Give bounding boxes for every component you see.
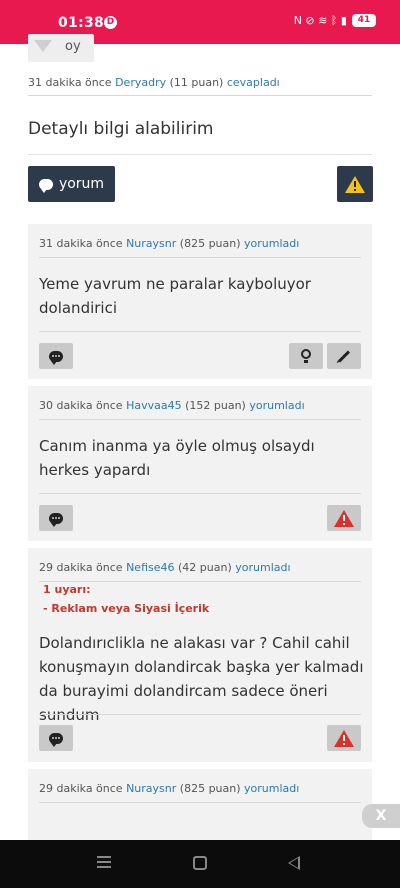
comment-user-link[interactable]: Nuraysnr bbox=[126, 782, 176, 795]
comment-icon bbox=[49, 512, 63, 527]
edit-comment-button[interactable] bbox=[327, 343, 361, 369]
report-comment-button[interactable] bbox=[327, 505, 361, 531]
comment-time: 30 dakika önce bbox=[39, 399, 123, 412]
comment-icon bbox=[38, 178, 53, 193]
comment-card: 30 dakika önce Havvaa45 (152 puan) yorum… bbox=[28, 386, 372, 541]
comment-time: 31 dakika önce bbox=[39, 237, 123, 250]
comment-points: (825 puan) bbox=[179, 237, 241, 250]
comment-time: 29 dakika önce bbox=[39, 561, 123, 574]
close-button[interactable]: X bbox=[362, 804, 400, 828]
pencil-icon bbox=[337, 349, 351, 363]
back-icon[interactable] bbox=[288, 856, 300, 870]
warning-icon bbox=[345, 175, 365, 193]
answer-meta: 31 dakika önce Deryadry (11 puan) cevapl… bbox=[28, 76, 372, 96]
reply-comment-button[interactable] bbox=[39, 725, 73, 751]
comment-button-label: yorum bbox=[58, 176, 105, 192]
warning-reason: - Reklam veya Siyasi İçerik bbox=[43, 602, 210, 615]
comment-divider bbox=[39, 331, 361, 332]
comment-button[interactable]: yorum bbox=[28, 166, 115, 202]
status-icons: N ⊘ ≋ ᛒ ▮ 41 bbox=[294, 14, 376, 27]
comment-user-link[interactable]: Nefise46 bbox=[126, 561, 174, 574]
comment-action-link[interactable]: yorumladı bbox=[249, 399, 304, 412]
answer-user-link[interactable]: Deryadry bbox=[115, 76, 166, 89]
answer-action-link[interactable]: cevapladı bbox=[227, 76, 280, 89]
vote-arrow-icon bbox=[34, 40, 52, 52]
warning-icon bbox=[334, 509, 354, 527]
warning-count: 1 uyarı: bbox=[43, 583, 91, 596]
home-icon[interactable] bbox=[193, 856, 207, 870]
answer-divider bbox=[28, 154, 372, 155]
report-answer-button[interactable] bbox=[337, 166, 373, 202]
answer-time: 31 dakika önce bbox=[28, 76, 112, 89]
system-status-icons: N ⊘ ≋ ᛒ ▮ bbox=[293, 14, 347, 27]
comment-points: (152 puan) bbox=[185, 399, 246, 412]
comment-points: (42 puan) bbox=[178, 561, 232, 574]
comment-card: 31 dakika önce Nuraysnr (825 puan) yorum… bbox=[28, 224, 372, 379]
comment-meta: 31 dakika önce Nuraysnr (825 puan) yorum… bbox=[39, 237, 361, 258]
comment-icon bbox=[49, 732, 63, 747]
comment-divider bbox=[39, 493, 361, 494]
comment-action-link[interactable]: yorumladı bbox=[235, 561, 290, 574]
comment-user-link[interactable]: Havvaa45 bbox=[126, 399, 182, 412]
comment-meta: 29 dakika önce Nefise46 (42 puan) yoruml… bbox=[39, 561, 361, 582]
navigation-bar bbox=[0, 840, 400, 888]
comment-meta: 30 dakika önce Havvaa45 (152 puan) yorum… bbox=[39, 399, 361, 420]
answer-text: Detaylı bilgi alabilirim bbox=[28, 119, 214, 139]
comment-text: Dolandırıclikla ne alakası var ? Cahil c… bbox=[39, 634, 364, 724]
lightbulb-icon bbox=[301, 348, 311, 364]
vote-label: oy bbox=[65, 39, 81, 54]
notification-icon: D bbox=[104, 16, 117, 29]
comment-card: 29 dakika önce Nefise46 (42 puan) yoruml… bbox=[28, 548, 372, 762]
mark-best-button[interactable] bbox=[289, 343, 323, 369]
reply-comment-button[interactable] bbox=[39, 505, 73, 531]
vote-button[interactable]: oy bbox=[28, 34, 94, 62]
comment-icon bbox=[49, 350, 63, 365]
reply-comment-button[interactable] bbox=[39, 343, 73, 369]
comment-meta: 29 dakika önce Nuraysnr (825 puan) yorum… bbox=[39, 782, 361, 803]
comment-divider bbox=[39, 714, 361, 715]
comment-text: Canım inanma ya öyle olmuş olsaydı herke… bbox=[39, 437, 315, 479]
answer-points: (11 puan) bbox=[169, 76, 224, 89]
comment-card: 29 dakika önce Nuraysnr (825 puan) yorum… bbox=[28, 769, 372, 840]
battery-icon: 41 bbox=[352, 14, 376, 27]
recent-apps-icon[interactable] bbox=[97, 856, 111, 868]
comment-action-link[interactable]: yorumladı bbox=[244, 237, 299, 250]
status-time: 01:38 bbox=[58, 15, 105, 31]
warning-icon bbox=[334, 729, 354, 747]
comment-text: Yeme yavrum ne paralar kayboluyor doland… bbox=[39, 275, 311, 317]
comment-user-link[interactable]: Nuraysnr bbox=[126, 237, 176, 250]
comment-time: 29 dakika önce bbox=[39, 782, 123, 795]
comment-points: (825 puan) bbox=[179, 782, 241, 795]
comment-action-link[interactable]: yorumladı bbox=[244, 782, 299, 795]
report-comment-button[interactable] bbox=[327, 725, 361, 751]
